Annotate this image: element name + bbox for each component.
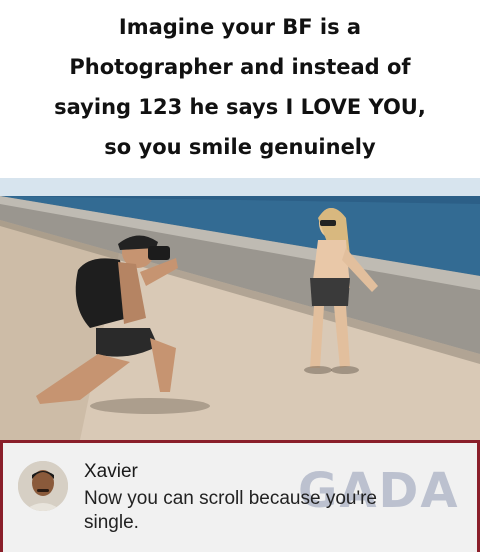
caption-line-4: so you smile genuinely [104,135,376,159]
caption-line-3: saying 123 he says I LOVE YOU, [54,95,426,119]
caption-line-1: Imagine your BF is a [118,15,362,39]
comment-card: GADA Xavier Now you can scroll because y… [0,440,480,552]
photo-illustration [0,178,480,440]
frame-border-left [0,440,3,552]
avatar[interactable] [18,461,68,511]
meme-caption: Imagine your BF is a Photographer and in… [0,0,480,178]
meme-photo [0,178,480,440]
avatar-portrait-icon [18,461,68,511]
comment-text: Now you can scroll because you're single… [84,488,377,533]
caption-line-2: Photographer and instead of [69,55,411,79]
caption-text: Imagine your BF is a Photographer and in… [20,7,460,167]
commenter-name[interactable]: Xavier [84,461,138,483]
